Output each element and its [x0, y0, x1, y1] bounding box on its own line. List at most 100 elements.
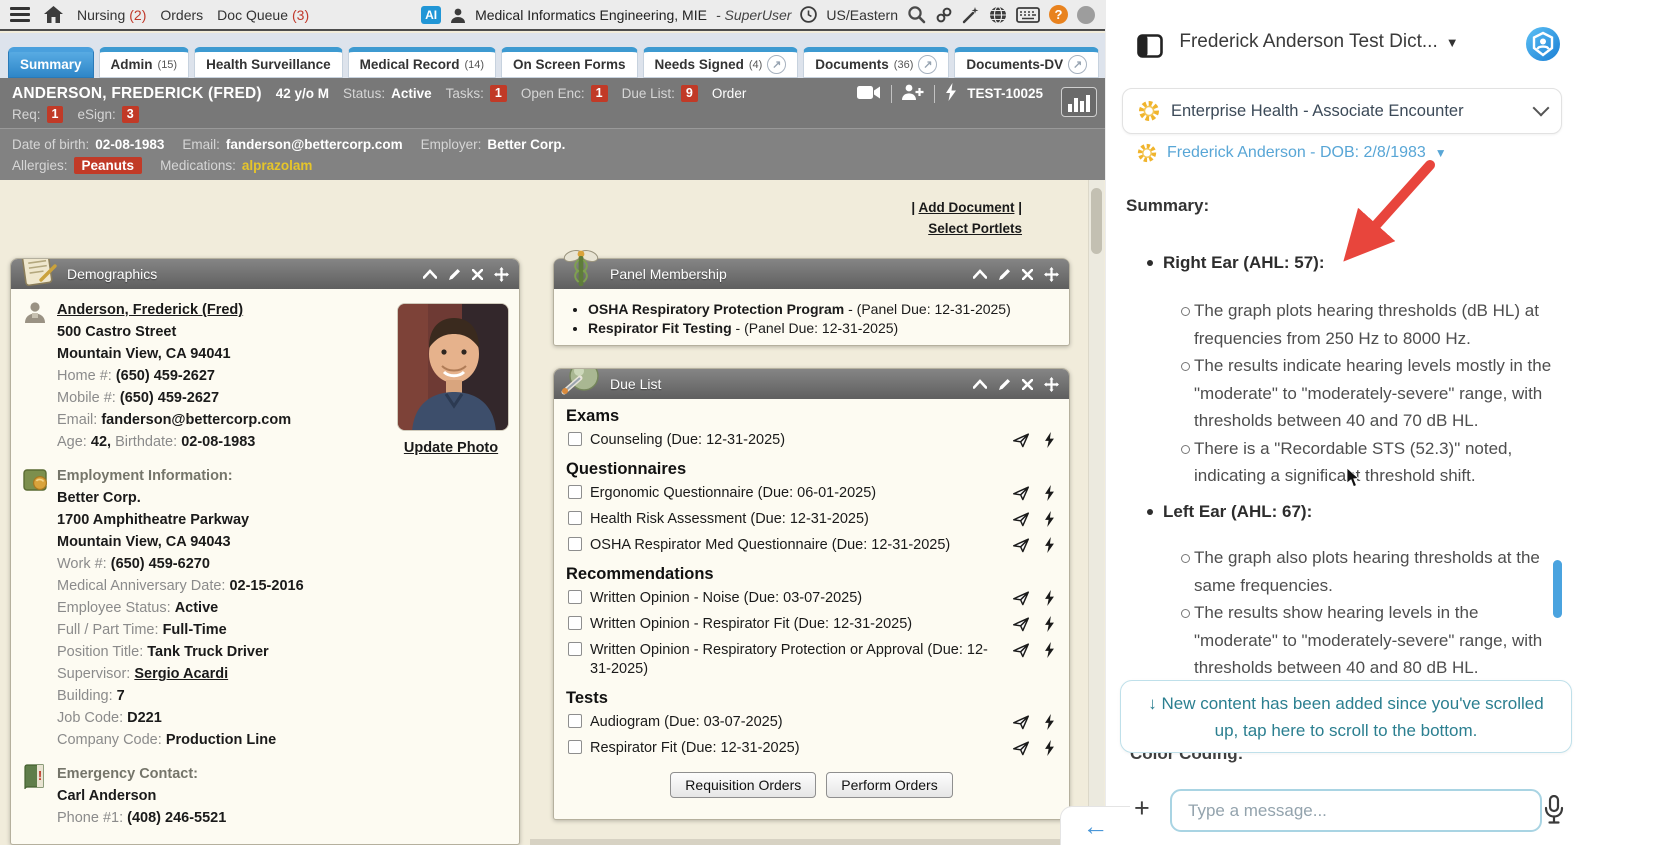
nav-item-nursing[interactable]: Nursing (2) — [77, 7, 146, 23]
patient-name[interactable]: ANDERSON, FREDERICK (FRED) — [12, 85, 262, 103]
collapse-icon[interactable] — [973, 269, 987, 279]
panel-membership-header[interactable]: Panel Membership — [554, 249, 1069, 289]
allergy-badge[interactable]: Peanuts — [73, 157, 143, 174]
due-item-label[interactable]: Written Opinion - Respiratory Protection… — [590, 641, 1004, 679]
order-link[interactable]: Order — [712, 86, 747, 101]
hamburger-menu-icon[interactable] — [10, 7, 30, 22]
external-link-icon[interactable]: ↗ — [767, 55, 787, 74]
due-list-header[interactable]: Due List — [554, 369, 1069, 399]
due-item-label[interactable]: OSHA Respirator Med Questionnaire (Due: … — [590, 536, 1004, 555]
perform-bolt-icon[interactable] — [1044, 642, 1055, 658]
perform-bolt-icon[interactable] — [1044, 485, 1055, 501]
send-icon[interactable] — [1012, 616, 1030, 632]
tab-on-screen-forms[interactable]: On Screen Forms — [501, 47, 638, 78]
due-item-label[interactable]: Audiogram (Due: 03-07-2025) — [590, 713, 1004, 732]
perform-orders-button[interactable]: Perform Orders — [826, 772, 953, 798]
tab-admin[interactable]: Admin (15) — [98, 47, 190, 78]
tab-summary[interactable]: Summary — [8, 47, 94, 78]
panel-item[interactable]: OSHA Respiratory Protection Program - (P… — [588, 301, 1057, 317]
add-document-link[interactable]: Add Document — [918, 200, 1014, 215]
close-icon[interactable] — [1022, 268, 1033, 280]
status-circle-icon[interactable] — [1077, 5, 1095, 24]
help-icon[interactable]: ? — [1049, 5, 1068, 24]
wand-icon[interactable] — [962, 6, 980, 24]
collapse-panel-tile[interactable]: ← — [1060, 806, 1130, 845]
nav-item-orders[interactable]: Orders — [160, 7, 203, 23]
collapse-icon[interactable] — [973, 379, 987, 389]
tab-documents-dv[interactable]: Documents-DV ↗ — [954, 47, 1100, 78]
assistant-logo-icon[interactable] — [1524, 25, 1562, 68]
checkbox[interactable] — [568, 432, 582, 446]
perform-bolt-icon[interactable] — [1044, 537, 1055, 553]
send-icon[interactable] — [1012, 642, 1030, 658]
perform-bolt-icon[interactable] — [1044, 740, 1055, 756]
close-icon[interactable] — [1022, 378, 1033, 390]
due-item-label[interactable]: Written Opinion - Noise (Due: 03-07-2025… — [590, 589, 1004, 608]
perform-bolt-icon[interactable] — [1044, 432, 1055, 448]
send-icon[interactable] — [1012, 740, 1030, 756]
patient-context-link[interactable]: Frederick Anderson - DOB: 2/8/1983 ▼ — [1136, 142, 1447, 164]
requisition-orders-button[interactable]: Requisition Orders — [670, 772, 817, 798]
send-icon[interactable] — [1012, 714, 1030, 730]
flowsheet-chart-icon[interactable] — [1061, 87, 1097, 117]
perform-bolt-icon[interactable] — [1044, 590, 1055, 606]
send-icon[interactable] — [1012, 590, 1030, 606]
panel-scrollbar-thumb[interactable] — [1553, 560, 1562, 618]
due-item-label[interactable]: Respirator Fit (Due: 12-31-2025) — [590, 739, 1004, 758]
perform-bolt-icon[interactable] — [1044, 616, 1055, 632]
timezone-label[interactable]: US/Eastern — [826, 7, 898, 23]
move-icon[interactable] — [494, 266, 509, 282]
move-icon[interactable] — [1044, 266, 1059, 282]
checkbox[interactable] — [568, 537, 582, 551]
microphone-icon[interactable] — [1543, 794, 1565, 830]
due-item-label[interactable]: Ergonomic Questionnaire (Due: 06-01-2025… — [590, 484, 1004, 503]
search-icon[interactable] — [907, 5, 926, 24]
edit-icon[interactable] — [998, 378, 1011, 391]
encounter-select[interactable]: Enterprise Health - Associate Encounter — [1122, 88, 1562, 134]
link-icon[interactable] — [935, 6, 953, 24]
globe-icon[interactable] — [989, 5, 1007, 24]
perform-bolt-icon[interactable] — [1044, 511, 1055, 527]
send-icon[interactable] — [1012, 485, 1030, 501]
checkbox[interactable] — [568, 740, 582, 754]
due-list-badge[interactable]: 9 — [680, 85, 698, 102]
panel-item[interactable]: Respirator Fit Testing - (Panel Due: 12-… — [588, 320, 1057, 336]
external-link-icon[interactable]: ↗ — [918, 55, 938, 74]
edit-icon[interactable] — [448, 268, 461, 281]
demographics-portlet-header[interactable]: Demographics — [11, 259, 519, 289]
open-enc-badge[interactable]: 1 — [590, 85, 608, 102]
tab-needs-signed[interactable]: Needs Signed (4) ↗ — [642, 47, 799, 78]
checkbox[interactable] — [568, 590, 582, 604]
due-item-label[interactable]: Written Opinion - Respirator Fit (Due: 1… — [590, 615, 1004, 634]
scrollbar-thumb[interactable] — [1091, 188, 1102, 254]
keyboard-icon[interactable] — [1016, 6, 1040, 23]
tab-health-surveillance[interactable]: Health Surveillance — [194, 47, 343, 78]
message-input[interactable] — [1170, 789, 1542, 832]
patient-name-link[interactable]: Anderson, Frederick (Fred) — [57, 302, 243, 318]
video-call-icon[interactable] — [857, 85, 881, 103]
tasks-badge[interactable]: 1 — [489, 85, 507, 102]
due-item-label[interactable]: Health Risk Assessment (Due: 12-31-2025) — [590, 510, 1004, 529]
ai-badge[interactable]: AI — [421, 5, 442, 24]
due-item-label[interactable]: Counseling (Due: 12-31-2025) — [590, 431, 1004, 450]
collapse-icon[interactable] — [423, 269, 437, 279]
select-portlets-link[interactable]: Select Portlets — [928, 221, 1022, 236]
main-scrollbar[interactable] — [1088, 180, 1104, 837]
nav-item-doc-queue[interactable]: Doc Queue (3) — [217, 7, 309, 23]
quick-action-bolt-icon[interactable] — [945, 83, 957, 104]
perform-bolt-icon[interactable] — [1044, 714, 1055, 730]
checkbox[interactable] — [568, 642, 582, 656]
checkbox[interactable] — [568, 616, 582, 630]
supervisor-link[interactable]: Sergio Acardi — [134, 666, 228, 682]
external-link-icon[interactable]: ↗ — [1068, 55, 1088, 74]
send-icon[interactable] — [1012, 537, 1030, 553]
send-icon[interactable] — [1012, 511, 1030, 527]
send-icon[interactable] — [1012, 432, 1030, 448]
home-icon[interactable] — [44, 6, 63, 23]
tab-medical-record[interactable]: Medical Record (14) — [347, 47, 496, 78]
esign-badge[interactable]: 3 — [121, 106, 139, 123]
new-content-notification[interactable]: ↓ New content has been added since you'v… — [1120, 680, 1572, 753]
conversation-title[interactable]: Frederick Anderson Test Dict... ▼ — [1154, 31, 1484, 53]
req-badge[interactable]: 1 — [46, 106, 64, 123]
edit-icon[interactable] — [998, 268, 1011, 281]
